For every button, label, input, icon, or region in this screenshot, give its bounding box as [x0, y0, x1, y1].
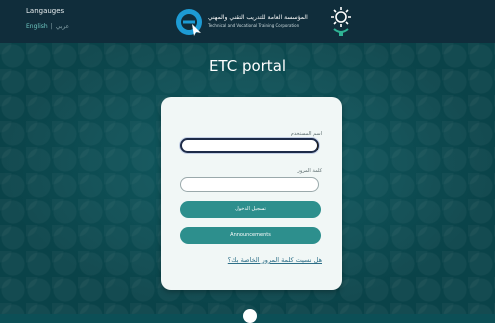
- languages-title: Langauges: [26, 7, 65, 15]
- corporation-name-english: Technical and Vocational Training Corpor…: [208, 23, 300, 28]
- login-button[interactable]: تسجيل الدخول: [180, 201, 321, 218]
- tvtc-logo-icon: [331, 7, 351, 36]
- language-switcher: English | عربي: [26, 23, 69, 30]
- header-bar: Langauges English | عربي المؤسسة العامة لل…: [0, 0, 495, 43]
- password-label: كلمة المرور: [297, 168, 322, 174]
- username-label: اسم المستخدم: [290, 131, 322, 137]
- scroll-indicator: [243, 309, 257, 323]
- language-english-link[interactable]: English: [26, 23, 48, 30]
- etc-logo-icon: [176, 9, 202, 36]
- password-input[interactable]: [180, 177, 319, 192]
- text-caret: [317, 142, 318, 150]
- announcements-button[interactable]: Announcements: [180, 227, 321, 244]
- page-title: ETC portal: [208, 57, 287, 75]
- username-input[interactable]: [180, 138, 319, 153]
- login-card: اسم المستخدم كلمة المرور تسجيل الدخول An…: [161, 97, 342, 290]
- language-separator: |: [50, 23, 53, 30]
- corporation-name-arabic: المؤسسة العامة للتدريب التقني والمهني: [208, 14, 308, 21]
- language-arabic-link[interactable]: عربي: [56, 23, 70, 30]
- forgot-password-link[interactable]: هل نسيت كلمة المرور الخاصة بك؟: [228, 256, 322, 264]
